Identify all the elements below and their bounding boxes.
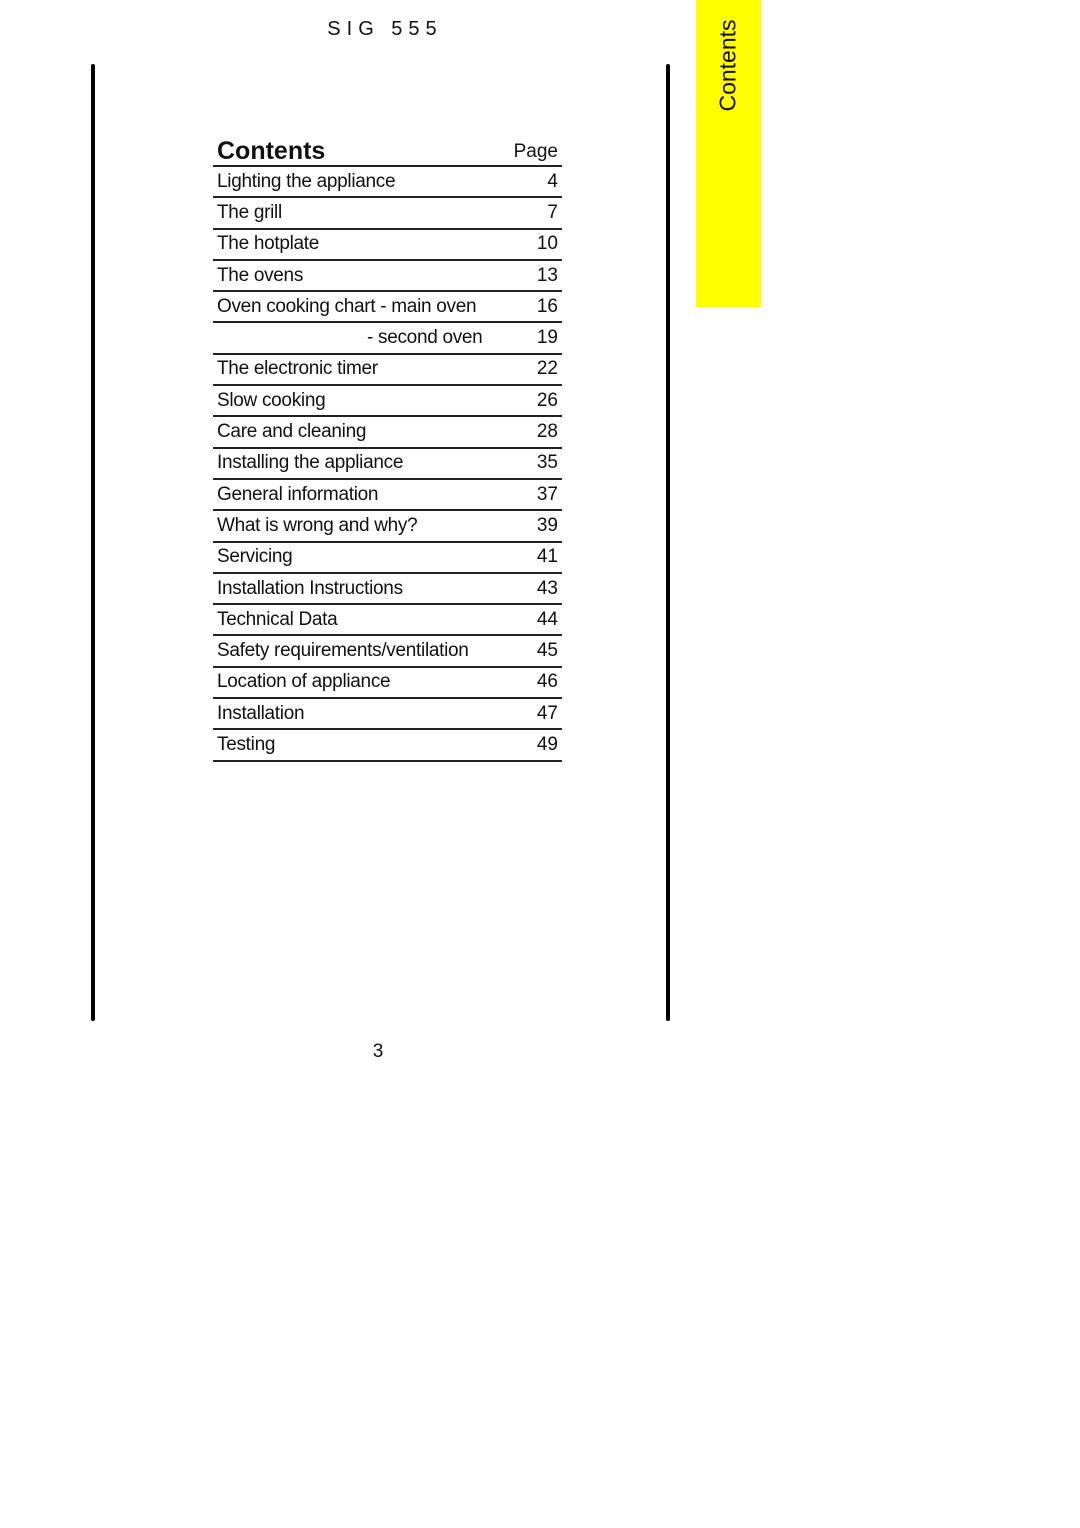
- section-tab: Contents: [696, 0, 761, 307]
- toc-entry-label: Location of appliance: [217, 671, 391, 693]
- toc-entry-label: The ovens: [217, 264, 304, 286]
- toc-entry[interactable]: Location of appliance 46: [213, 668, 562, 700]
- toc-entry[interactable]: Slow cooking 26: [213, 386, 562, 418]
- toc-entry-page: 39: [536, 514, 558, 536]
- toc-entry-page: 45: [536, 640, 558, 662]
- toc-title: Contents: [217, 137, 326, 165]
- toc-entry[interactable]: The grill 7: [213, 198, 562, 230]
- toc-entry-page: 13: [536, 264, 558, 286]
- page-number: 3: [372, 1041, 384, 1062]
- toc-entry-page: 37: [536, 483, 558, 505]
- toc-entry-page: 19: [536, 327, 558, 349]
- toc-entry-label: Technical Data: [217, 608, 338, 630]
- toc-entry[interactable]: Installation 47: [213, 699, 562, 731]
- toc-entry-label: - second oven: [367, 327, 483, 349]
- toc-entry-label: Installation Instructions: [217, 577, 403, 599]
- toc-entry-page: 46: [536, 671, 558, 693]
- toc-entry-label: Testing: [217, 733, 276, 755]
- toc-entry[interactable]: General information 37: [213, 480, 562, 512]
- toc-entry[interactable]: Care and cleaning 28: [213, 417, 562, 449]
- toc-entry[interactable]: - second oven 19: [213, 323, 562, 355]
- toc-entry-page: 41: [536, 546, 558, 568]
- section-tab-label: Contents: [715, 18, 741, 112]
- toc-entry[interactable]: The electronic timer 22: [213, 355, 562, 387]
- toc-entry-label: The hotplate: [217, 233, 320, 255]
- toc-entry[interactable]: Installation Instructions 43: [213, 574, 562, 606]
- toc-entry-label: Servicing: [217, 546, 293, 568]
- toc-entry-page: 28: [536, 421, 558, 443]
- toc-entry-page: 44: [536, 608, 558, 630]
- toc-entry-label: The electronic timer: [217, 358, 378, 380]
- toc-entry-page: 47: [536, 702, 558, 724]
- toc-entry-page: 26: [536, 389, 558, 411]
- toc-entry-page: 43: [536, 577, 558, 599]
- toc-entry-page: 4: [547, 170, 558, 192]
- toc-entry[interactable]: Testing 49: [213, 730, 562, 762]
- toc-header: Contents Page: [213, 134, 562, 167]
- left-margin-rule: [91, 64, 95, 1021]
- toc-entry-page: 49: [536, 733, 558, 755]
- toc-entry-label: Lighting the appliance: [217, 170, 396, 192]
- toc-entry-label: Safety requirements/ventilation: [217, 640, 469, 662]
- table-of-contents: Contents Page Lighting the appliance 4 The…: [213, 134, 562, 762]
- toc-entry-page: 7: [547, 201, 558, 223]
- toc-entry[interactable]: Technical Data 44: [213, 605, 562, 637]
- toc-entry-label: What is wrong and why?: [217, 514, 418, 536]
- toc-entry[interactable]: Safety requirements/ventilation 45: [213, 636, 562, 668]
- model-number: SIG 555: [327, 18, 443, 40]
- toc-entry-label: General information: [217, 483, 379, 505]
- toc-entry-page: 10: [536, 233, 558, 255]
- toc-entry-label: Oven cooking chart - main oven: [217, 295, 477, 317]
- toc-entry-label: Slow cooking: [217, 389, 326, 411]
- toc-entry[interactable]: The ovens 13: [213, 261, 562, 293]
- toc-entry-label: The grill: [217, 201, 282, 223]
- toc-entry-label: Installing the appliance: [217, 452, 404, 474]
- toc-entry-page: 16: [536, 295, 558, 317]
- toc-entry[interactable]: Oven cooking chart - main oven 16: [213, 292, 562, 324]
- toc-entry[interactable]: Servicing 41: [213, 543, 562, 574]
- toc-entry[interactable]: The hotplate 10: [213, 230, 562, 261]
- toc-entry-label: Care and cleaning: [217, 421, 367, 443]
- toc-entry[interactable]: Lighting the appliance 4: [213, 167, 562, 199]
- toc-page-column-label: Page: [513, 141, 558, 162]
- toc-entry[interactable]: What is wrong and why? 39: [213, 511, 562, 543]
- toc-entry-page: 35: [536, 452, 558, 474]
- toc-entry-page: 22: [536, 358, 558, 380]
- right-margin-rule: [666, 64, 670, 1021]
- toc-entry-label: Installation: [217, 702, 305, 724]
- toc-entry[interactable]: Installing the appliance 35: [213, 449, 562, 480]
